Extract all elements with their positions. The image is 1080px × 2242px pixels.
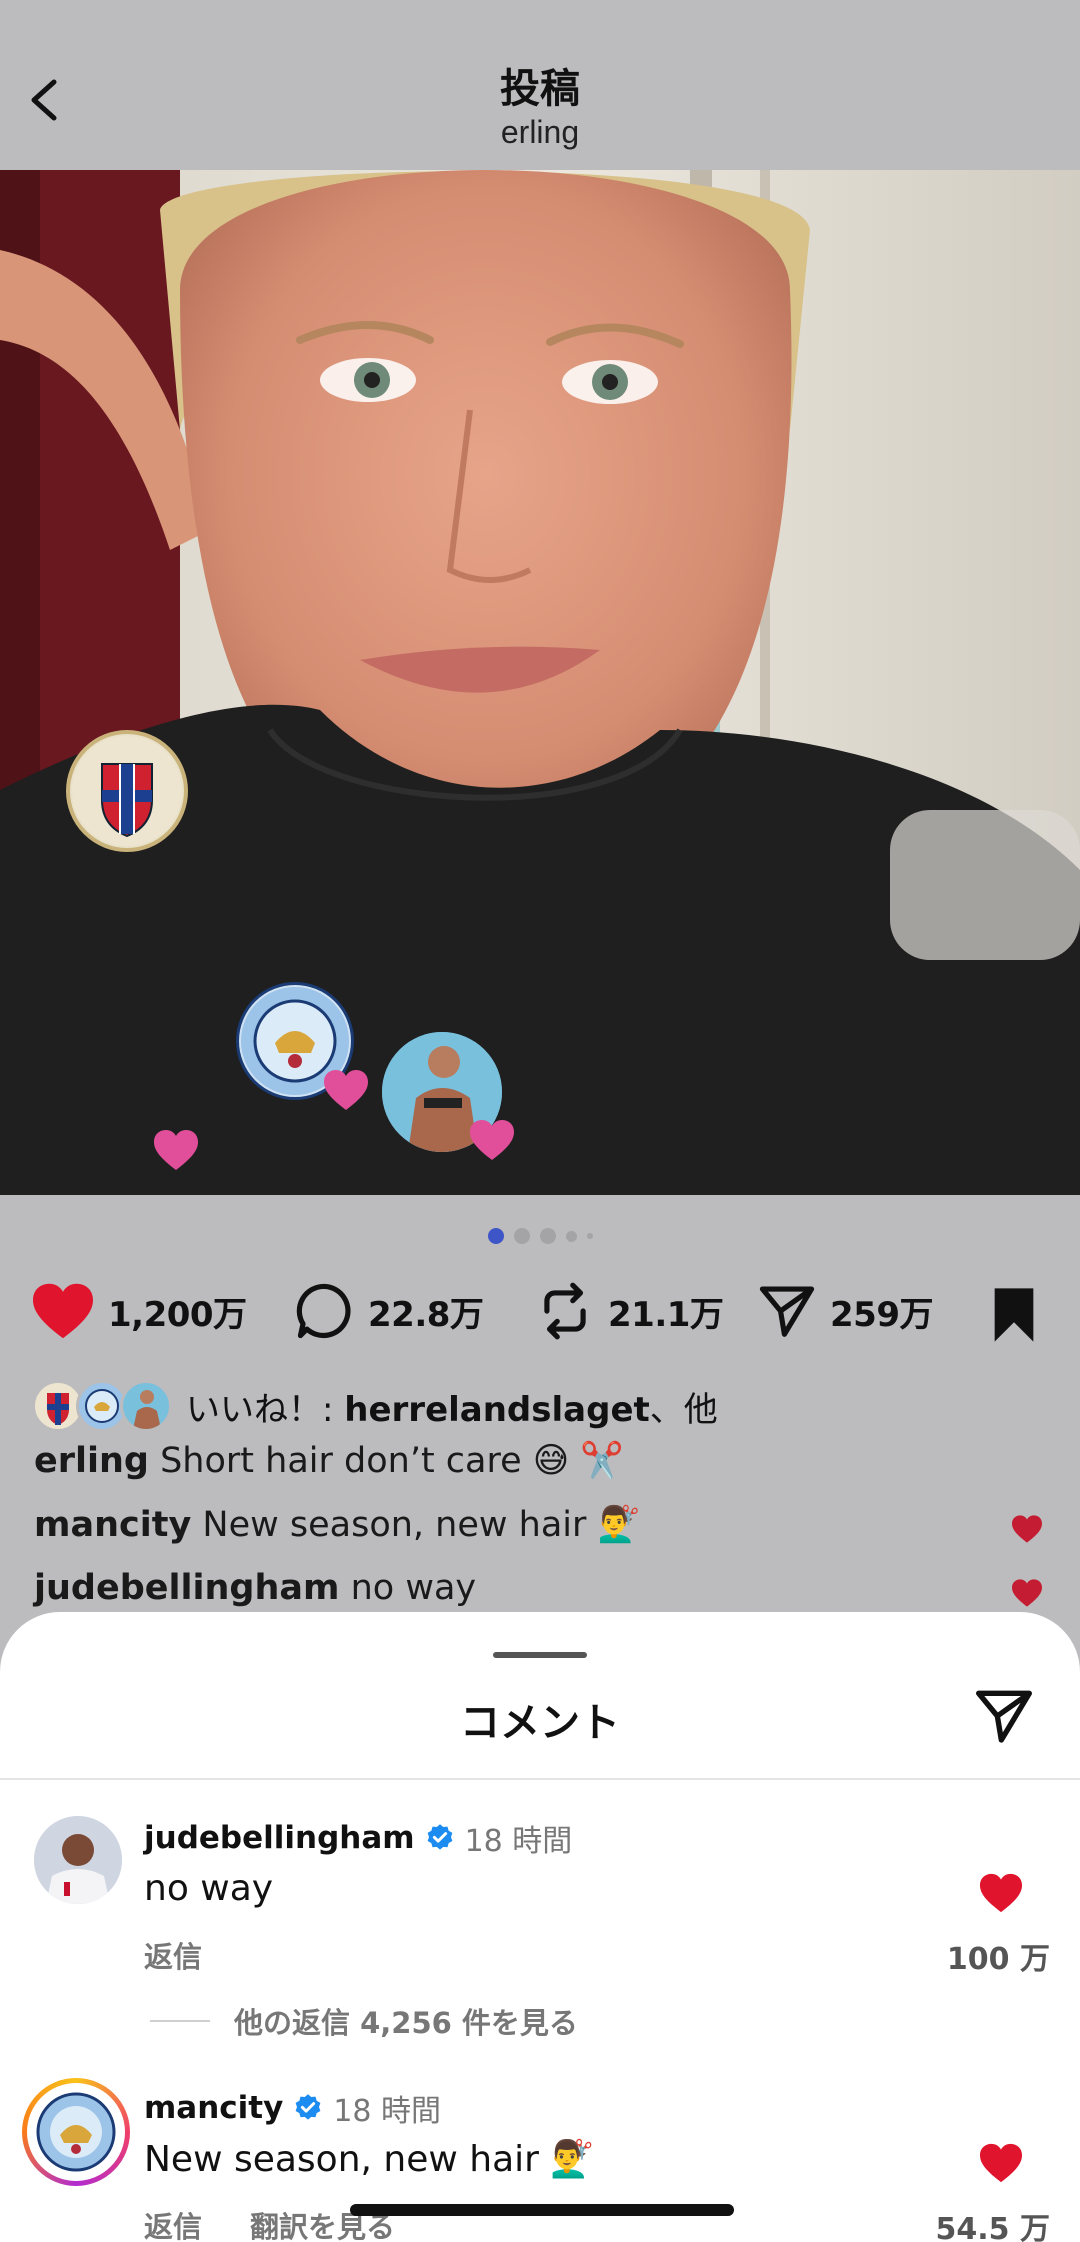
reply-button[interactable]: 返信 (144, 1934, 202, 1976)
comment-actions: 返信 (144, 1934, 202, 1976)
liked-by-prefix: いいね！: (186, 1389, 345, 1430)
heart-reaction-icon (324, 1070, 368, 1110)
repost-action[interactable]: 21.1万 (534, 1278, 724, 1344)
share-action[interactable]: 259万 (756, 1278, 933, 1344)
comment-bubble-icon[interactable] (294, 1280, 356, 1342)
comment-username[interactable]: judebellingham (34, 1568, 339, 1608)
shares-count[interactable]: 259万 (830, 1287, 933, 1336)
liked-by-text: いいね！: herrelandslaget、他 (186, 1382, 718, 1431)
page-title: 投稿 (500, 66, 580, 112)
verified-badge-icon (427, 1824, 452, 1850)
heart-reaction-icon (154, 1130, 198, 1170)
sheet-title: コメント (460, 1700, 620, 1746)
sheet-grabber[interactable] (493, 1652, 587, 1658)
comment-timestamp: 18 時間 (333, 2094, 442, 2129)
norway-crest-tag[interactable] (66, 730, 188, 852)
comments-count[interactable]: 22.8万 (368, 1287, 484, 1336)
comment-like-count: 100 万 (946, 1942, 1050, 1977)
home-indicator[interactable] (350, 2204, 734, 2216)
liked-by-avatars (32, 1378, 180, 1434)
comments-sheet: コメント judebellingham 18 時間 no way 返信 100 … (0, 1612, 1080, 2242)
carousel-dot (565, 1230, 577, 1242)
heart-reaction-icon (470, 1120, 514, 1160)
avatar[interactable] (34, 1816, 122, 1904)
norway-crest-icon (72, 736, 182, 846)
sheet-divider (0, 1778, 1080, 1780)
comment-text: New season, new hair 💇‍♂️ (144, 2139, 596, 2180)
comment-like-icon[interactable] (1010, 1514, 1044, 1544)
likes-count[interactable]: 1,200万 (108, 1287, 247, 1336)
post-photo-image (0, 170, 1080, 1195)
preview-comment[interactable]: judebellingham no way (34, 1568, 476, 1608)
carousel-dot (487, 1228, 504, 1244)
person-avatar (120, 1380, 172, 1432)
reposts-count[interactable]: 21.1万 (608, 1287, 724, 1336)
comment-header: judebellingham 18 時間 (144, 1816, 572, 1860)
post-photo[interactable] (0, 170, 1080, 1195)
send-icon[interactable] (756, 1280, 818, 1342)
comment-like-count: 54.5 万 (935, 2212, 1050, 2242)
comment-text: no way (339, 1568, 477, 1608)
view-more-replies-label[interactable]: 他の返信 4,256 件を見る (234, 2000, 578, 2042)
mancity-crest-icon (27, 2083, 125, 2181)
replies-divider (150, 2020, 210, 2022)
view-more-replies[interactable]: 他の返信 4,256 件を見る (150, 2000, 578, 2042)
liked-by-row[interactable]: いいね！: herrelandslaget、他 (32, 1378, 718, 1434)
caption-text: Short hair don’t care 😅 ✂️ (148, 1441, 624, 1481)
heart-icon[interactable] (30, 1281, 96, 1341)
reply-button[interactable]: 返信 (144, 2204, 202, 2242)
liked-by-suffix: 、他 (649, 1389, 718, 1430)
page-subtitle: erling (500, 114, 580, 150)
comment-username[interactable]: mancity (144, 2090, 283, 2126)
carousel-dot (513, 1228, 530, 1244)
bookmark-icon[interactable] (988, 1286, 1040, 1344)
carousel-dot (539, 1228, 556, 1244)
caption-username[interactable]: erling (34, 1441, 149, 1481)
comment-like-icon[interactable] (978, 2142, 1024, 2184)
avatar[interactable] (22, 2078, 130, 2186)
like-action[interactable]: 1,200万 (30, 1278, 247, 1344)
action-bar: 1,200万 22.8万 21.1万 259万 (30, 1278, 1050, 1344)
comment-timestamp: 18 時間 (464, 1824, 573, 1859)
user-avatar-image (34, 1816, 122, 1904)
comment-header: mancity 18 時間 (144, 2086, 441, 2130)
comment-like-icon[interactable] (1010, 1578, 1044, 1608)
carousel-indicator[interactable] (0, 1228, 1080, 1244)
preview-comment[interactable]: mancity New season, new hair 💇‍♂️ (34, 1504, 641, 1545)
comment-username[interactable]: judebellingham (144, 1820, 415, 1856)
send-icon[interactable] (972, 1684, 1036, 1748)
comment-text: no way (144, 1868, 274, 1909)
post-caption: erling Short hair don’t care 😅 ✂️ (34, 1440, 624, 1481)
comment-username[interactable]: mancity (34, 1505, 191, 1545)
liked-by-user[interactable]: herrelandslaget (344, 1390, 650, 1430)
comment-text: New season, new hair 💇‍♂️ (191, 1505, 642, 1545)
comment-action[interactable]: 22.8万 (294, 1278, 484, 1344)
comment-like-icon[interactable] (978, 1872, 1024, 1914)
repost-icon[interactable] (534, 1280, 596, 1342)
verified-badge-icon (295, 2094, 321, 2120)
header-bar: 投稿 erling (0, 0, 1080, 170)
carousel-dot (586, 1233, 593, 1239)
